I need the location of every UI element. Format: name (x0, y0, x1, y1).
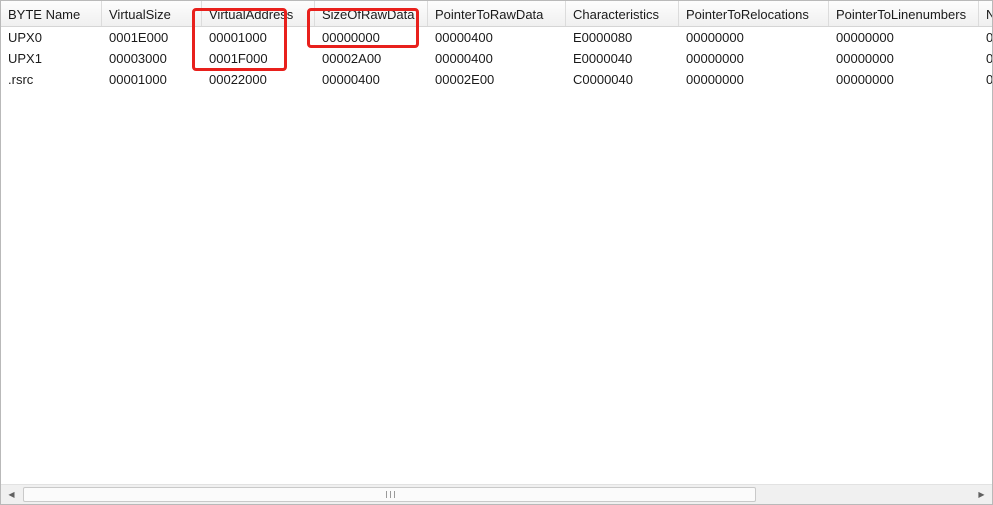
cell-pointertorawdata: 00002E00 (435, 72, 495, 87)
arrow-left-icon[interactable]: ◀ (3, 485, 20, 504)
cell-name: UPX1 (8, 51, 42, 66)
cell-truncated: 0 (986, 51, 993, 66)
cell-virtualaddress: 00022000 (209, 72, 267, 87)
cell-pointertolinenumbers: 00000000 (836, 72, 894, 87)
cell-pointertorelocations: 00000000 (686, 72, 744, 87)
column-header-virtualsize[interactable]: VirtualSize (102, 1, 202, 26)
column-header-byte-name[interactable]: BYTE Name (1, 1, 102, 26)
cell-pointertorelocations: 00000000 (686, 51, 744, 66)
column-header-pointertolinenumbers[interactable]: PointerToLinenumbers (829, 1, 979, 26)
cell-virtualaddress: 0001F000 (209, 51, 268, 66)
cell-pointertorawdata: 00000400 (435, 30, 493, 45)
cell-virtualaddress: 00001000 (209, 30, 267, 45)
scrollbar-grip-icon (385, 491, 395, 498)
scrollbar-thumb[interactable] (23, 487, 756, 502)
column-header-sizeofrawdata[interactable]: SizeOfRawData (315, 1, 428, 26)
table-row[interactable]: .rsrc 00001000 00022000 00000400 00002E0… (1, 69, 992, 90)
cell-truncated: 0 (986, 72, 993, 87)
cell-characteristics: C0000040 (573, 72, 633, 87)
cell-name: UPX0 (8, 30, 42, 45)
cell-virtualsize: 00003000 (109, 51, 167, 66)
horizontal-scrollbar[interactable]: ◀ ▶ (1, 484, 992, 504)
cell-characteristics: E0000040 (573, 51, 633, 66)
cell-characteristics: E0000080 (573, 30, 633, 45)
column-header-pointertorawdata[interactable]: PointerToRawData (428, 1, 566, 26)
table-row[interactable]: UPX0 0001E000 00001000 00000000 00000400… (1, 27, 992, 48)
cell-pointertolinenumbers: 00000000 (836, 30, 894, 45)
cell-sizeofrawdata: 00002A00 (322, 51, 382, 66)
column-header-pointertorelocations[interactable]: PointerToRelocations (679, 1, 829, 26)
cell-pointertorawdata: 00000400 (435, 51, 493, 66)
arrow-right-icon[interactable]: ▶ (973, 485, 990, 504)
column-header-characteristics[interactable]: Characteristics (566, 1, 679, 26)
column-header-virtualaddress[interactable]: VirtualAddress (202, 1, 315, 26)
column-header-truncated[interactable]: N (979, 1, 992, 26)
cell-sizeofrawdata: 00000400 (322, 72, 380, 87)
table-header: BYTE Name VirtualSize VirtualAddress Siz… (1, 1, 992, 27)
cell-name: .rsrc (8, 72, 34, 87)
cell-virtualsize: 0001E000 (109, 30, 169, 45)
cell-virtualsize: 00001000 (109, 72, 167, 87)
cell-pointertolinenumbers: 00000000 (836, 51, 894, 66)
cell-pointertorelocations: 00000000 (686, 30, 744, 45)
table-row[interactable]: UPX1 00003000 0001F000 00002A00 00000400… (1, 48, 992, 69)
cell-sizeofrawdata: 00000000 (322, 30, 380, 45)
cell-truncated: 0 (986, 30, 993, 45)
table-body: UPX0 0001E000 00001000 00000000 00000400… (1, 27, 992, 90)
section-table: BYTE Name VirtualSize VirtualAddress Siz… (0, 0, 993, 505)
